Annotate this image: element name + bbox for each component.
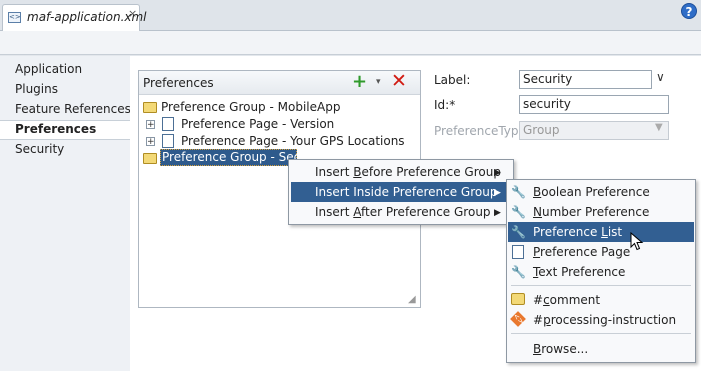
submenu-processing-instruction[interactable]: #processing-instruction: [533, 310, 676, 330]
submenu-preference-page[interactable]: Preference Page: [533, 242, 630, 262]
menu-mnemonic: L: [601, 225, 608, 239]
type-label: PreferenceType:: [434, 124, 530, 138]
resize-grip-icon[interactable]: ◢: [408, 294, 416, 305]
label-field[interactable]: Security: [519, 70, 652, 89]
comment-icon: [511, 293, 525, 305]
menu-text: efore Preference Group: [361, 165, 501, 179]
wrench-icon: 🔧: [511, 265, 526, 279]
add-icon[interactable]: +: [352, 73, 367, 91]
editor-toolbar: [0, 31, 701, 55]
preferences-title: Preferences: [143, 76, 214, 90]
label-label: Label:: [434, 73, 471, 87]
wrench-icon: 🔧: [511, 205, 526, 219]
menu-mnemonic: N: [533, 205, 542, 219]
submenu-arrow-icon: ▶: [494, 168, 501, 178]
menu-mnemonic: c: [543, 293, 550, 307]
menu-text: Insert: [315, 205, 354, 219]
submenu-preference-list[interactable]: Preference List: [533, 222, 622, 242]
nav-item-feature-references[interactable]: Feature References: [15, 100, 131, 118]
wrench-icon: 🔧: [511, 225, 526, 239]
tree-item-page-version[interactable]: Preference Page - Version: [181, 116, 334, 133]
expand-icon[interactable]: +: [146, 120, 155, 130]
menu-mnemonic: A: [353, 205, 362, 219]
menu-text: #: [533, 313, 544, 327]
menu-item-insert-before[interactable]: Insert Before Preference Group: [315, 162, 501, 182]
type-dropdown-icon: ▼: [655, 122, 663, 133]
editor-tab[interactable]: <> maf-application.xml ×: [2, 4, 147, 32]
menu-text: oolean Preference: [541, 185, 650, 199]
label-dropdown-icon[interactable]: ∨: [656, 70, 665, 84]
mouse-cursor-icon: [630, 232, 644, 251]
wrench-icon: 🔧: [511, 185, 526, 199]
menu-text: ist: [607, 225, 623, 239]
menu-text: Preference: [533, 225, 602, 239]
submenu-number-preference[interactable]: Number Preference: [533, 202, 649, 222]
submenu-boolean-preference[interactable]: Boolean Preference: [533, 182, 650, 202]
submenu-comment[interactable]: #comment: [533, 290, 600, 310]
menu-text: Insert Inside Preference Group: [315, 185, 498, 199]
xml-file-icon: <>: [8, 12, 21, 23]
menu-item-insert-inside[interactable]: Insert Inside Preference Group: [315, 182, 497, 202]
menu-text: #: [533, 293, 544, 307]
preference-page-icon: [162, 134, 174, 148]
menu-mnemonic: B: [533, 185, 542, 199]
menu-text: fter Preference Group: [361, 205, 491, 219]
menu-separator: [511, 285, 691, 286]
menu-text: omment: [549, 293, 601, 307]
submenu-arrow-icon: ▶: [494, 188, 501, 198]
tab-close-icon[interactable]: ×: [128, 7, 137, 20]
menu-separator: [511, 333, 691, 334]
add-dropdown-icon[interactable]: ▾: [376, 77, 381, 87]
folder-icon: [143, 153, 157, 164]
preference-page-icon: [162, 117, 174, 131]
menu-text: rocessing-instruction: [550, 313, 677, 327]
submenu-browse[interactable]: Browse...: [533, 339, 588, 359]
help-icon[interactable]: ?: [681, 3, 697, 19]
menu-mnemonic: p: [543, 313, 551, 327]
tree-item-page-gps[interactable]: Preference Page - Your GPS Locations: [181, 133, 405, 150]
menu-text: reference Page: [540, 245, 631, 259]
submenu-text-preference[interactable]: Text Preference: [533, 262, 625, 282]
nav-item-plugins[interactable]: Plugins: [15, 80, 125, 98]
nav-item-application[interactable]: Application: [15, 60, 125, 78]
nav-item-preferences[interactable]: Preferences: [15, 120, 125, 138]
menu-item-insert-after[interactable]: Insert After Preference Group: [315, 202, 491, 222]
menu-text: Insert: [315, 165, 354, 179]
menu-mnemonic: B: [533, 342, 542, 356]
submenu-arrow-icon: ▶: [494, 208, 501, 218]
type-select: Group: [519, 121, 669, 140]
page-icon: [512, 245, 524, 259]
menu-text: ext Preference: [538, 265, 626, 279]
id-field[interactable]: security: [519, 95, 669, 114]
delete-icon[interactable]: ✕: [391, 72, 407, 91]
expand-icon[interactable]: +: [146, 137, 155, 147]
menu-mnemonic: P: [533, 245, 541, 259]
tree-item-group-mobileapp[interactable]: Preference Group - MobileApp: [161, 99, 340, 116]
folder-icon: [143, 102, 157, 113]
nav-item-security[interactable]: Security: [15, 140, 125, 158]
id-label: Id:*: [434, 98, 456, 112]
menu-text: rowse...: [541, 342, 589, 356]
menu-text: umber Preference: [541, 205, 650, 219]
